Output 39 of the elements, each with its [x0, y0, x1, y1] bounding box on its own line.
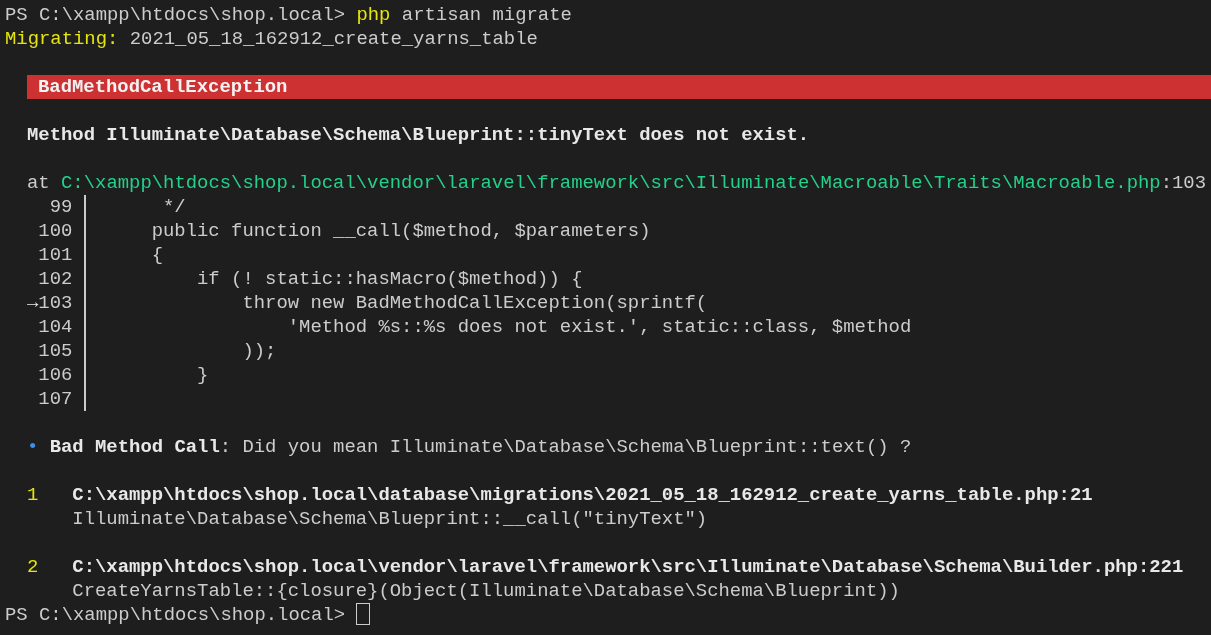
code-line: throw new BadMethodCallException(sprintf( [241, 292, 708, 314]
line-number: 101 [38, 243, 73, 267]
code-line: { [150, 244, 164, 266]
code-line: if (! static::hasMacro($method)) { [196, 268, 583, 290]
solution-text: : Did you mean Illuminate\Database\Schema\Blueprint::text() ? [219, 436, 912, 458]
command-name: php [356, 4, 391, 26]
prompt-path: PS C:\xampp\htdocs\shop.local> [5, 604, 346, 626]
line-number: 107 [38, 387, 73, 411]
line-number: 100 [38, 219, 73, 243]
frame-index: 1 [27, 483, 40, 507]
line-number: 103 [38, 291, 73, 315]
code-line: public function __call($method, $parameters) [150, 220, 651, 242]
command-arguments: artisan migrate [401, 4, 572, 26]
solution-title: Bad Method Call [49, 436, 220, 458]
code-line: 'Method %s::%s does not exist.', static::class, $method [286, 316, 912, 338]
prompt-path: PS C:\xampp\htdocs\shop.local> [5, 4, 346, 26]
frame-path: C:\xampp\htdocs\shop.local\database\migrations\2021_05_18_162912_create_yarns_table.php:21 [72, 484, 1093, 506]
location-prefix: at [27, 172, 50, 194]
current-line-arrow: → [27, 292, 39, 314]
frame-index: 2 [27, 555, 40, 579]
cursor-icon [356, 603, 371, 625]
code-line: )); [241, 340, 277, 362]
line-number: 104 [38, 315, 73, 339]
code-line: */ [162, 196, 186, 218]
frame-call: CreateYarnsTable::{closure}(Object(Illuminate\Database\Schema\Blueprint)) [72, 580, 900, 602]
frame-path: C:\xampp\htdocs\shop.local\vendor\laravel\framework\src\Illuminate\Database\Schema\Builder.php:221 [72, 556, 1184, 578]
exception-title: BadMethodCallException [27, 75, 1211, 99]
line-number: 99 [49, 195, 73, 219]
frame-call: Illuminate\Database\Schema\Blueprint::__call("tinyText") [72, 508, 708, 530]
line-number: 106 [38, 363, 73, 387]
exception-message: Method Illuminate\Database\Schema\Blueprint::tinyText does not exist. [27, 124, 810, 146]
migrating-label: Migrating: [5, 28, 119, 50]
line-number: 102 [38, 267, 73, 291]
code-line: } [196, 364, 209, 386]
file-path: C:\xampp\htdocs\shop.local\vendor\laravel\framework\src\Illuminate\Macroable\Traits\Macroable.php [61, 172, 1161, 194]
line-number-reference: :103 [1160, 172, 1206, 194]
migration-name: 2021_05_18_162912_create_yarns_table [129, 28, 538, 50]
bullet-icon: • [27, 436, 39, 458]
line-number: 105 [38, 339, 73, 363]
